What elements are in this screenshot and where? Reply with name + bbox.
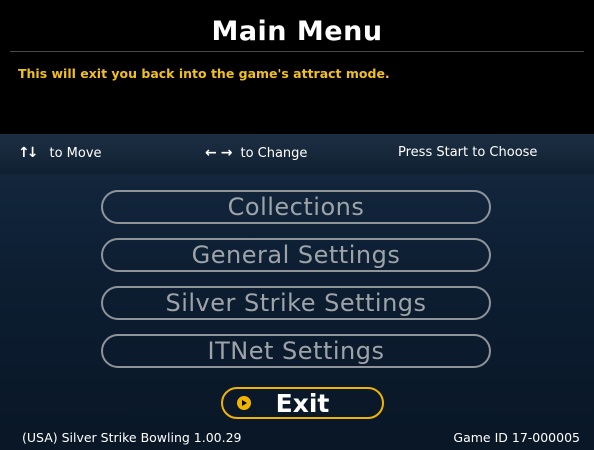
footer-bar: (USA) Silver Strike Bowling 1.00.29 Game… (0, 428, 594, 450)
title-bar: Main Menu (10, 11, 584, 52)
game-screen: Main Menu This will exit you back into t… (0, 0, 594, 450)
menu-item-label: Silver Strike Settings (165, 289, 427, 317)
hint-change: ← → to Change (205, 145, 307, 161)
menu-area: Collections General Settings Silver Stri… (0, 174, 594, 428)
menu-item-silver-strike-settings[interactable]: Silver Strike Settings (101, 286, 491, 320)
menu-item-label: Collections (227, 193, 365, 221)
left-arrow-icon: ← (205, 145, 217, 161)
exit-button-label: Exit (275, 388, 330, 418)
hint-move: ↑↓ to Move (18, 145, 102, 161)
hint-start: Press Start to Choose (398, 145, 537, 160)
menu-item-collections[interactable]: Collections (101, 190, 491, 224)
right-arrow-icon: → (220, 145, 233, 161)
hint-move-label: to Move (49, 145, 102, 161)
menu-item-label: General Settings (191, 241, 401, 269)
up-down-arrows-icon: ↑↓ (18, 145, 39, 161)
help-text: This will exit you back into the game's … (18, 66, 390, 81)
help-panel: This will exit you back into the game's … (10, 52, 584, 134)
exit-button[interactable]: Exit (221, 387, 384, 419)
page-title: Main Menu (211, 15, 383, 47)
controls-hint-bar: ↑↓ to Move ← → to Change Press Start to … (0, 134, 594, 174)
hint-start-label: Press Start to Choose (398, 145, 538, 160)
version-text: (USA) Silver Strike Bowling 1.00.29 (22, 430, 242, 445)
game-id-text: Game ID 17-000005 (453, 430, 580, 445)
menu-item-itnet-settings[interactable]: ITNet Settings (101, 334, 491, 368)
menu-item-general-settings[interactable]: General Settings (101, 238, 491, 272)
hint-change-label: to Change (240, 145, 308, 161)
chevron-right-icon (237, 396, 251, 410)
menu-item-label: ITNet Settings (207, 337, 385, 365)
